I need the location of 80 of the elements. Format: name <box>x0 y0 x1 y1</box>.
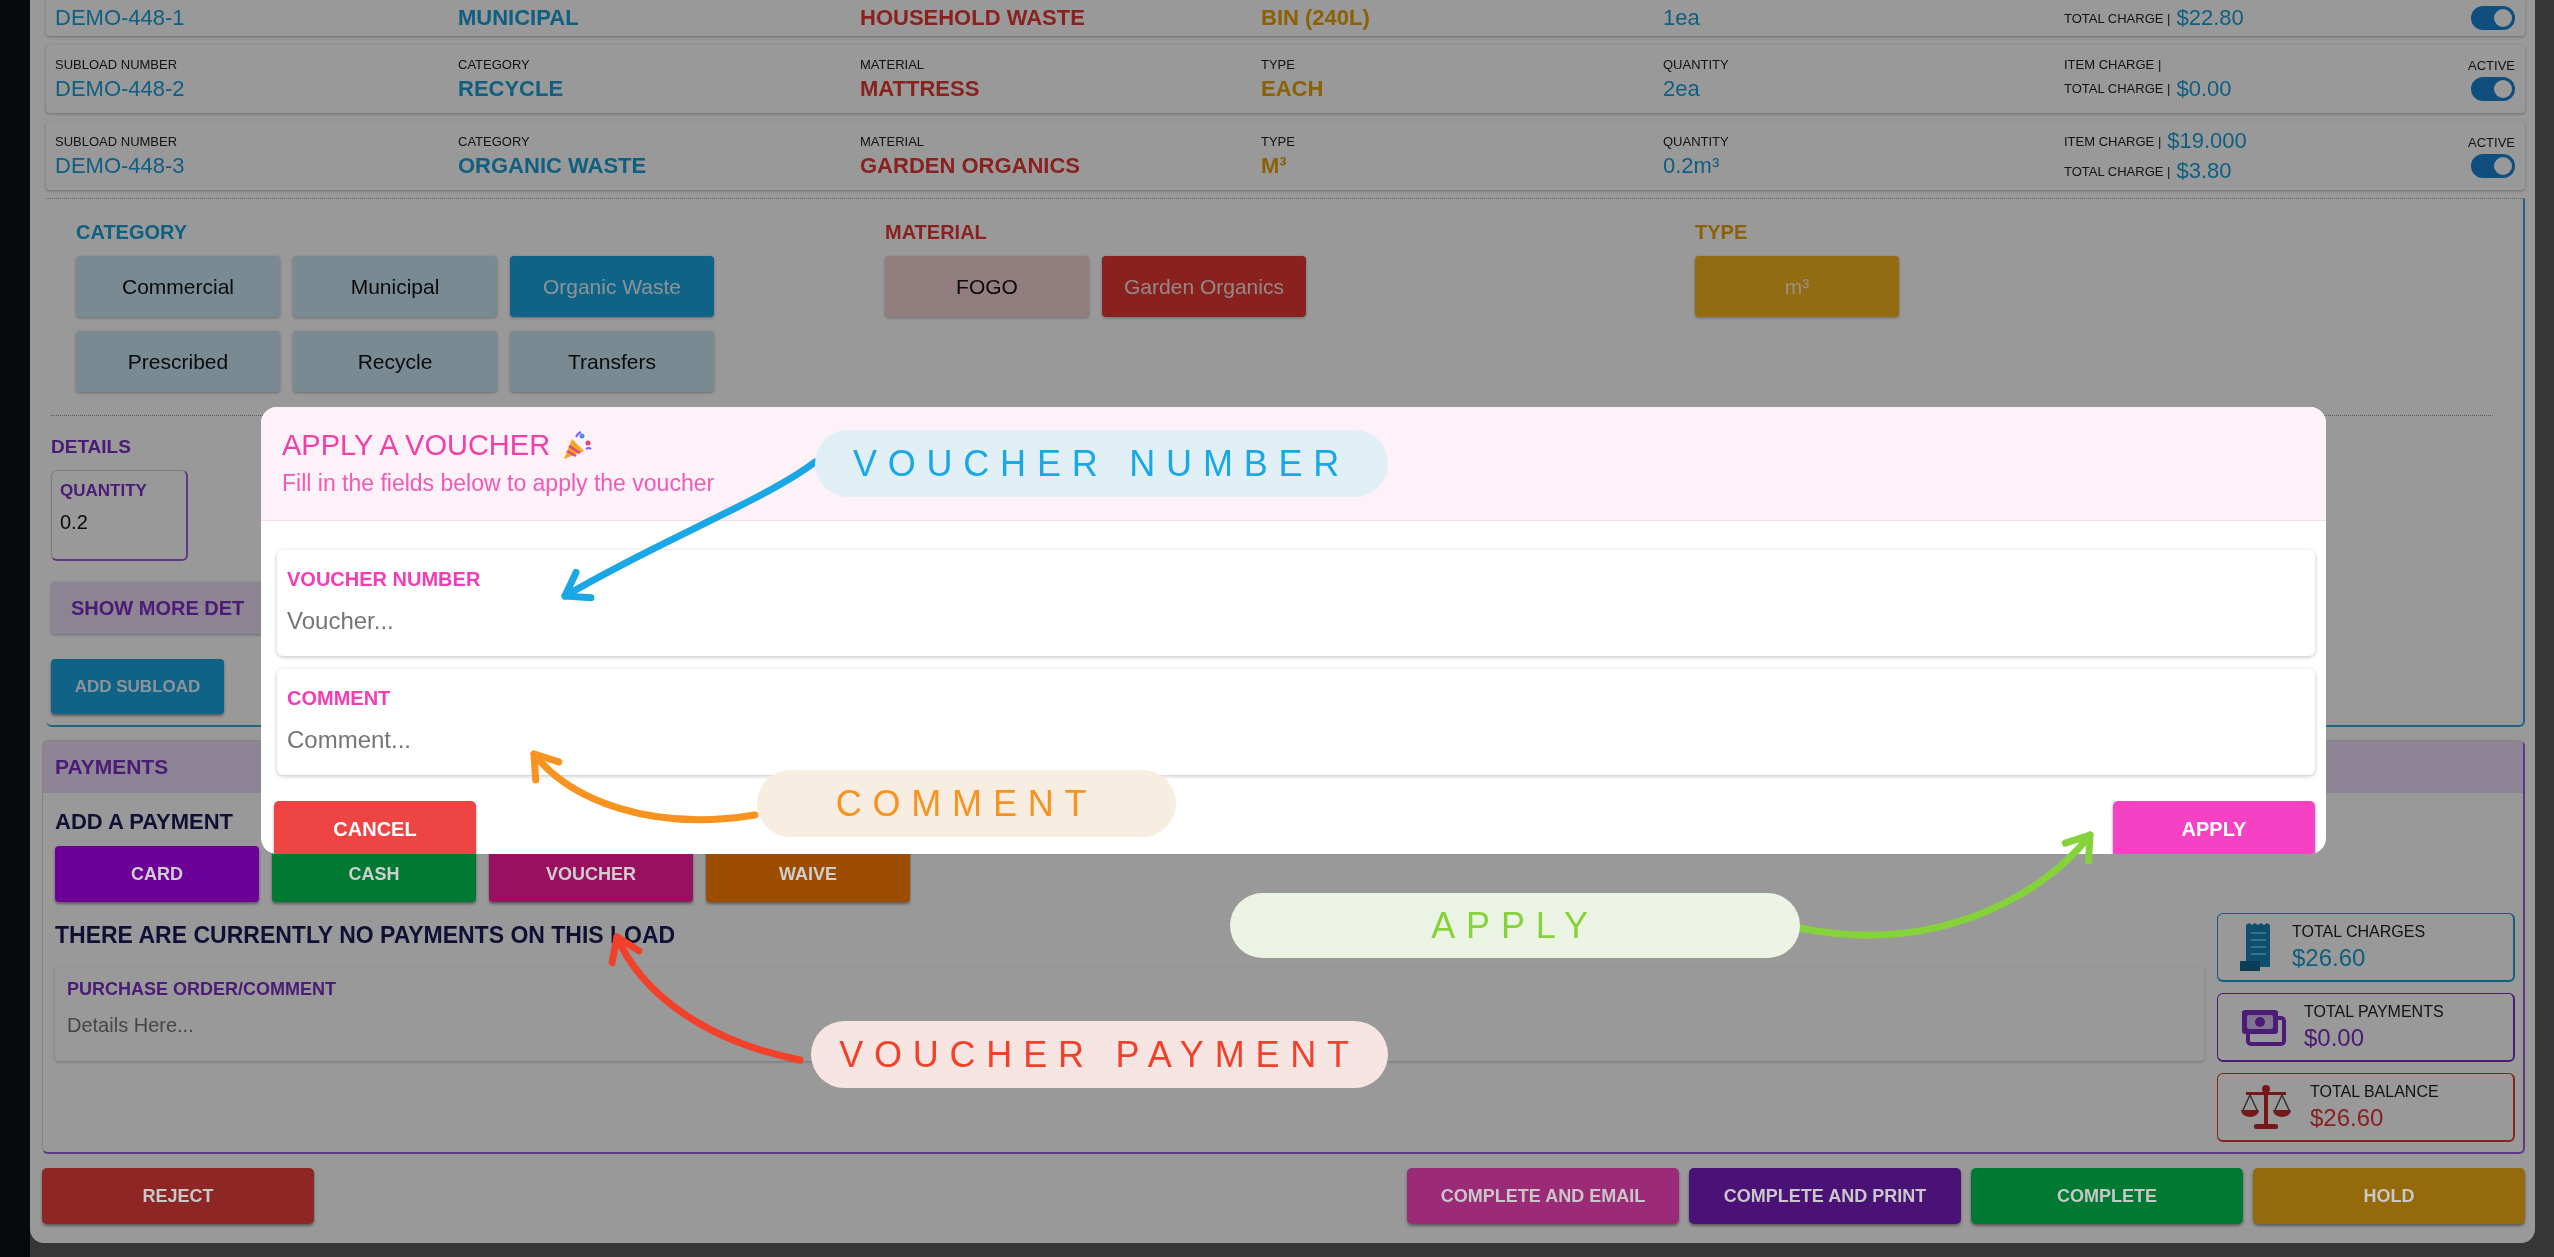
dialog-subtitle: Fill in the fields below to apply the voucher <box>282 470 715 497</box>
field-value: HOUSEHOLD WASTE <box>860 5 1085 31</box>
field-value: 1ea <box>1663 5 1700 31</box>
total-label: TOTAL BALANCE <box>2310 1082 2439 1101</box>
callout-label: VOUCHER PAYMENT <box>811 1021 1388 1088</box>
category-option[interactable]: Transfers <box>510 331 714 392</box>
field-value: MUNICIPAL <box>458 5 579 31</box>
total-value: $0.00 <box>2304 1023 2365 1052</box>
field-label: TYPE <box>1261 56 1295 72</box>
category-option[interactable]: Prescribed <box>76 331 280 392</box>
field-value: M³ <box>1261 152 1287 179</box>
field-label: TYPE <box>1261 133 1295 149</box>
callout-label: VOUCHER NUMBER <box>815 430 1388 497</box>
category-option[interactable]: Commercial <box>76 256 280 317</box>
active-toggle[interactable] <box>2471 6 2515 30</box>
total-value: $26.60 <box>2292 943 2366 972</box>
payment-method-button[interactable]: CARD <box>55 846 259 902</box>
scale-icon <box>2240 1084 2292 1130</box>
field-value: RECYCLE <box>458 75 564 102</box>
field-label: QUANTITY <box>1663 133 1729 149</box>
action-button[interactable]: COMPLETE AND EMAIL <box>1407 1168 1679 1224</box>
total-label: TOTAL CHARGES <box>2292 922 2426 941</box>
field-value: DEMO-448-1 <box>55 5 185 31</box>
item-charge-label: ITEM CHARGE | <box>2064 133 2162 149</box>
category-option[interactable]: Organic Waste <box>510 256 714 317</box>
active-label: ACTIVE <box>2468 134 2515 150</box>
field-label: SUBLOAD NUMBER <box>55 133 178 149</box>
add-subload-button[interactable]: ADD SUBLOAD <box>51 659 224 714</box>
material-heading: MATERIAL <box>885 221 987 244</box>
total-charge-label: TOTAL CHARGE | <box>2064 10 2171 26</box>
field-label: SUBLOAD NUMBER <box>55 56 178 72</box>
field-value: DEMO-448-2 <box>55 75 185 102</box>
action-button[interactable]: REJECT <box>42 1168 314 1224</box>
field-label: COMMENT <box>287 687 391 710</box>
field-label: PURCHASE ORDER/COMMENT <box>67 979 336 1000</box>
total-charge-label: TOTAL CHARGE | <box>2064 163 2171 179</box>
material-option[interactable]: FOGO <box>885 256 1089 317</box>
purchase-order-input[interactable]: Details Here... <box>67 1014 332 1037</box>
field-value: DEMO-448-3 <box>55 152 185 179</box>
field-value: GARDEN ORGANICS <box>860 152 1080 179</box>
field-label: QUANTITY <box>1663 56 1729 72</box>
action-button[interactable]: COMPLETE <box>1971 1168 2243 1224</box>
dialog-title: APPLY A VOUCHER <box>282 429 551 462</box>
material-option[interactable]: Garden Organics <box>1102 256 1306 317</box>
field-label: MATERIAL <box>860 56 925 72</box>
total-charge-value: $22.80 <box>2176 5 2244 31</box>
action-button[interactable]: COMPLETE AND PRINT <box>1689 1168 1961 1224</box>
type-heading: TYPE <box>1695 221 1748 244</box>
category-heading: CATEGORY <box>76 221 188 244</box>
category-option[interactable]: Recycle <box>293 331 497 392</box>
cancel-button[interactable]: CANCEL <box>274 801 476 854</box>
action-button[interactable]: HOLD <box>2253 1168 2525 1224</box>
total-label: TOTAL PAYMENTS <box>2304 1002 2444 1021</box>
quantity-field[interactable]: QUANTITY 0.2 <box>51 470 188 561</box>
item-charge-label: ITEM CHARGE | <box>2064 56 2162 72</box>
callout-label: COMMENT <box>757 770 1176 837</box>
field-value: EACH <box>1261 75 1324 102</box>
apply-button[interactable]: APPLY <box>2113 801 2315 854</box>
total-value: $26.60 <box>2310 1103 2384 1132</box>
field-value: 2ea <box>1663 75 1700 102</box>
active-label: ACTIVE <box>2468 57 2515 73</box>
cash-icon <box>2240 1008 2286 1046</box>
field-label: MATERIAL <box>860 133 925 149</box>
item-charge-value: $19.000 <box>2167 128 2247 154</box>
total-charge-label: TOTAL CHARGE | <box>2064 81 2171 96</box>
party-popper-icon <box>562 430 593 461</box>
field-value: 0.2m³ <box>1663 152 1720 179</box>
total-charge-value: $3.80 <box>2176 158 2232 184</box>
field-value: ORGANIC WASTE <box>458 152 647 179</box>
category-option[interactable]: Municipal <box>293 256 497 317</box>
callout-label: APPLY <box>1230 893 1800 958</box>
add-payment-label: ADD A PAYMENT <box>55 809 234 835</box>
total-charge-value: $0.00 <box>2176 75 2232 102</box>
details-heading: DETAILS <box>51 436 131 458</box>
active-toggle[interactable] <box>2471 76 2515 101</box>
field-value: MATTRESS <box>860 75 980 102</box>
field-value: BIN (240L) <box>1261 5 1370 31</box>
active-toggle[interactable] <box>2471 153 2515 178</box>
field-label: CATEGORY <box>458 56 530 72</box>
field-label: CATEGORY <box>458 133 530 149</box>
